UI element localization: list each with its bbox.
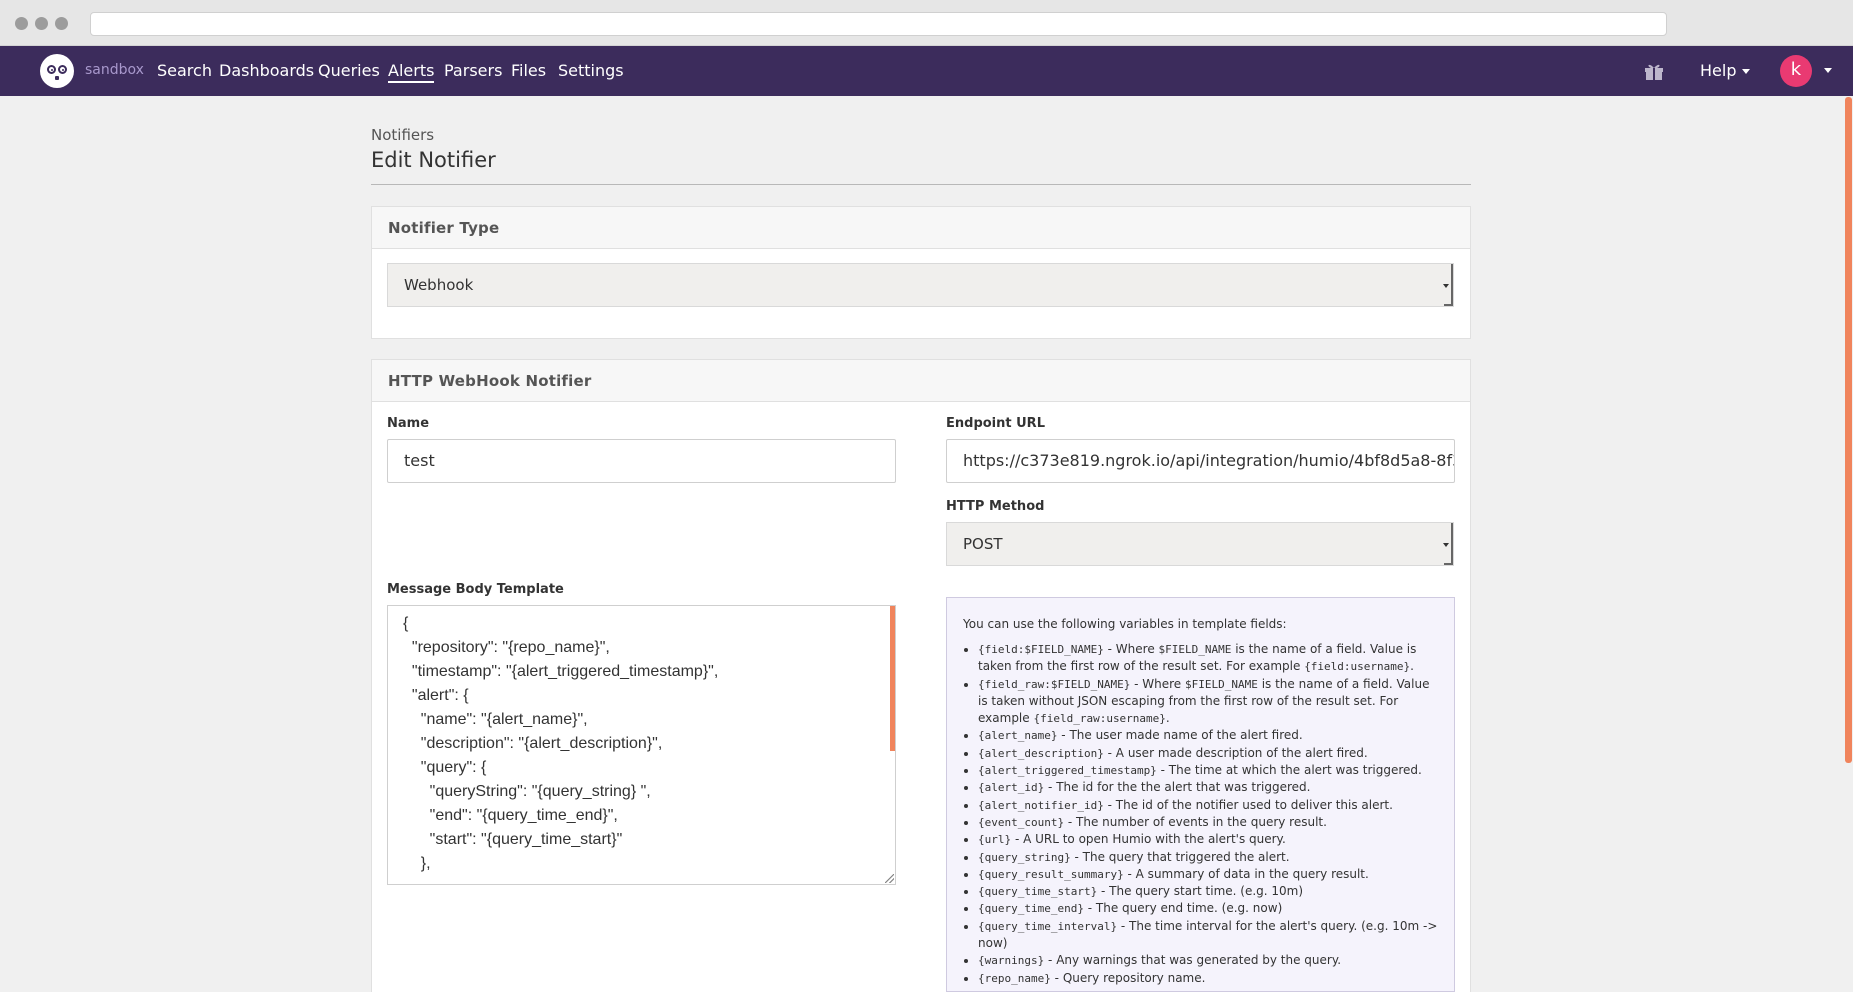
nav-settings[interactable]: Settings [558, 61, 624, 80]
variable-list-item: {alert_description} - A user made descri… [963, 745, 1438, 762]
chevron-down-icon [1742, 69, 1751, 74]
http-method-label: HTTP Method [946, 499, 1045, 514]
variable-code: $FIELD_NAME [1185, 677, 1258, 691]
variable-code: {warnings} [978, 954, 1045, 968]
variable-code: {alert_description} [978, 746, 1104, 760]
window-maximize-dot[interactable] [55, 17, 68, 30]
variable-list-item: {warnings} - Any warnings that was gener… [963, 952, 1438, 969]
page-scrollbar[interactable] [1845, 97, 1852, 763]
address-bar[interactable] [90, 12, 1667, 36]
http-method-select[interactable]: POST [946, 522, 1454, 566]
variable-list-item: {event_count} - The number of events in … [963, 814, 1438, 831]
message-body-label: Message Body Template [387, 582, 564, 597]
variable-code: {query_result_summary} [978, 867, 1124, 881]
variable-list-item: {alert_id} - The id for the the alert th… [963, 779, 1438, 796]
repo-name[interactable]: sandbox [85, 62, 144, 78]
top-nav: sandbox Search Dashboards Queries Alerts… [0, 46, 1853, 96]
template-variables-help: You can use the following variables in t… [946, 597, 1455, 992]
nav-search[interactable]: Search [157, 61, 212, 80]
nav-dashboards[interactable]: Dashboards [219, 61, 314, 80]
variable-code: {query_time_interval} [978, 919, 1118, 933]
variable-code: {query_time_start} [978, 885, 1098, 899]
name-label: Name [387, 416, 430, 431]
variables-list: {field:$FIELD_NAME} - Where $FIELD_NAME … [963, 641, 1438, 987]
endpoint-url-label: Endpoint URL [946, 416, 1045, 431]
variable-list-item: {alert_triggered_timestamp} - The time a… [963, 762, 1438, 779]
variable-code: {repo_name} [978, 971, 1051, 985]
message-body-textarea[interactable]: { "repository": "{repo_name}", "timestam… [387, 605, 896, 885]
variable-list-item: {query_time_end} - The query end time. (… [963, 900, 1438, 917]
nav-queries[interactable]: Queries [318, 61, 380, 80]
notifier-type-select[interactable]: Webhook [387, 263, 1454, 307]
window-close-dot[interactable] [15, 17, 28, 30]
http-method-value: POST [963, 535, 1003, 553]
help-label: Help [1700, 61, 1737, 80]
variable-list-item: {alert_notifier_id} - The id of the noti… [963, 797, 1438, 814]
variable-code: {alert_triggered_timestamp} [978, 764, 1157, 778]
nav-files[interactable]: Files [511, 61, 546, 80]
variable-code: {query_string} [978, 850, 1071, 864]
variable-code: {alert_name} [978, 729, 1058, 743]
textarea-scrollbar[interactable] [890, 606, 895, 751]
variable-list-item: {query_time_interval} - The time interva… [963, 918, 1438, 953]
help-intro: You can use the following variables in t… [963, 617, 1287, 631]
name-field[interactable]: test [387, 439, 896, 483]
webhook-heading: HTTP WebHook Notifier [372, 360, 1470, 402]
variable-code: {field_raw:$FIELD_NAME} [978, 677, 1131, 691]
help-menu[interactable]: Help [1700, 61, 1751, 80]
variable-code: {alert_notifier_id} [978, 798, 1104, 812]
nav-alerts[interactable]: Alerts [388, 61, 435, 83]
variable-code: {alert_id} [978, 781, 1045, 795]
page-title: Edit Notifier [371, 148, 496, 172]
variable-code: {event_count} [978, 815, 1065, 829]
variable-code: {query_time_end} [978, 902, 1084, 916]
message-body-content: { "repository": "{repo_name}", "timestam… [403, 615, 719, 872]
gift-icon[interactable] [1643, 61, 1665, 81]
variable-list-item: {repo_name} - Query repository name. [963, 970, 1438, 987]
variable-code: {field_raw:username} [1033, 712, 1166, 726]
resize-handle-icon[interactable] [885, 874, 894, 883]
variable-code: {field:$FIELD_NAME} [978, 643, 1104, 656]
variable-list-item: {query_string} - The query that triggere… [963, 849, 1438, 866]
variable-list-item: {url} - A URL to open Humio with the ale… [963, 831, 1438, 848]
variable-list-item: {field:$FIELD_NAME} - Where $FIELD_NAME … [963, 641, 1438, 676]
chevron-down-icon [1443, 523, 1453, 565]
variable-list-item: {query_result_summary} - A summary of da… [963, 866, 1438, 883]
nav-parsers[interactable]: Parsers [444, 61, 502, 80]
chevron-down-icon [1443, 264, 1453, 306]
notifier-type-value: Webhook [404, 276, 474, 294]
avatar[interactable]: k [1780, 55, 1812, 87]
header-divider [371, 184, 1471, 185]
owl-logo-icon[interactable] [40, 54, 74, 88]
endpoint-url-field[interactable]: https://c373e819.ngrok.io/api/integratio… [946, 439, 1455, 483]
variable-code: {url} [978, 833, 1012, 847]
window-minimize-dot[interactable] [35, 17, 48, 30]
browser-chrome [0, 0, 1853, 46]
notifier-type-heading: Notifier Type [372, 207, 1470, 249]
variable-list-item: {query_time_start} - The query start tim… [963, 883, 1438, 900]
breadcrumb[interactable]: Notifiers [371, 126, 434, 144]
avatar-chevron-down-icon[interactable] [1824, 68, 1832, 73]
variable-code: $FIELD_NAME [1158, 643, 1232, 656]
variable-code: {field:username} [1304, 660, 1411, 674]
variable-list-item: {alert_name} - The user made name of the… [963, 727, 1438, 744]
variable-list-item: {field_raw:$FIELD_NAME} - Where $FIELD_N… [963, 676, 1438, 728]
